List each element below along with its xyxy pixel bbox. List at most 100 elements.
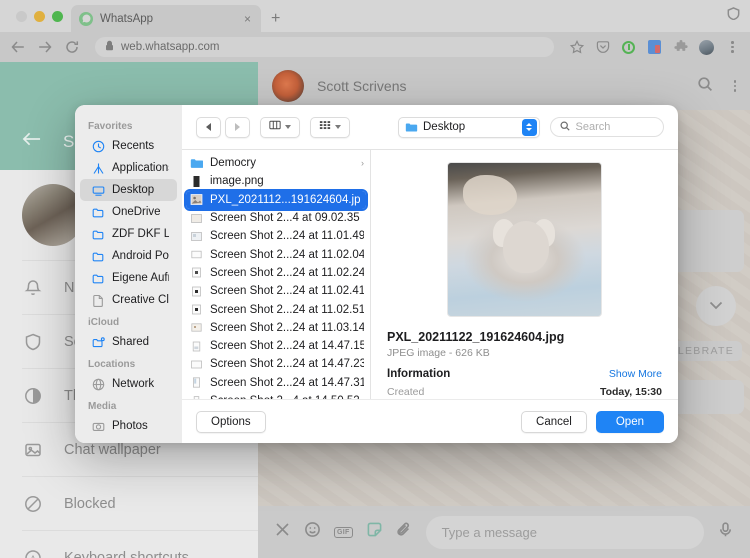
list-item[interactable]: image.png (182, 172, 370, 190)
sidebar-item-label: Blocked (64, 495, 116, 512)
contact-avatar[interactable] (272, 70, 304, 102)
sidebar-item-label: Photos (112, 420, 148, 432)
sidebar-item-photos[interactable]: Photos (80, 415, 177, 437)
file-name: Screen Shot 2...24 at 11.02.51 (210, 303, 364, 316)
desktop-icon (91, 183, 105, 197)
extension-blue-icon[interactable] (647, 40, 662, 55)
minimize-window-button[interactable] (34, 11, 45, 22)
list-item-selected[interactable]: PXL_2021112...191624604.jpg (184, 188, 368, 211)
sidebar-item-creative-cloud[interactable]: Creative Clo... (80, 289, 177, 311)
message-placeholder: Type a message (441, 524, 537, 540)
sidebar-item-onedrive[interactable]: OneDrive (80, 201, 177, 223)
view-mode-button[interactable] (260, 116, 300, 138)
sidebar-group-title: Favorites (88, 121, 133, 132)
sidebar-item-desktop[interactable]: Desktop (80, 179, 177, 201)
list-item[interactable]: Screen Shot 2...24 at 14.47.15 (182, 337, 370, 355)
file-name: Screen Shot 2...4 at 09.02.35 (210, 212, 360, 225)
sidebar-item-label: Chat wallpaper (64, 441, 161, 458)
sidebar-item-eigene-aufn[interactable]: Eigene Aufn... (80, 267, 177, 289)
dialog-main: Desktop Search Democry › image.png PXL_2… (182, 105, 678, 443)
sidebar-item-recents[interactable]: Recents (80, 135, 177, 157)
sidebar-item-label: Network (112, 378, 155, 390)
browser-menu-icon[interactable] (725, 40, 740, 55)
list-item[interactable]: Screen Shot 2...24 at 11.01.49 (182, 227, 370, 245)
new-tab-button[interactable]: + (271, 10, 280, 28)
sidebar-item-shared[interactable]: Shared (80, 331, 177, 353)
url-text: web.whatsapp.com (121, 41, 220, 53)
dialog-forward-button[interactable] (225, 116, 250, 138)
list-item[interactable]: Screen Shot 2...24 at 11.02.51 (182, 300, 370, 318)
sidebar-item-label: Android Poli... (112, 250, 169, 262)
search-icon[interactable] (697, 76, 713, 97)
show-more-link[interactable]: Show More (609, 368, 662, 380)
group-by-button[interactable] (310, 116, 350, 138)
file-name: Screen Shot 2...24 at 11.02.24 (210, 266, 364, 279)
sidebar-item-blocked[interactable]: Blocked (0, 477, 258, 530)
cancel-button[interactable]: Cancel (521, 410, 587, 433)
address-bar[interactable]: web.whatsapp.com (95, 37, 554, 57)
close-tab-button[interactable]: × (242, 13, 253, 25)
chevron-right-icon[interactable]: › (361, 158, 364, 168)
browser-nav-bar: web.whatsapp.com (0, 32, 750, 62)
list-item[interactable]: Screen Shot 2...24 at 11.03.14 (182, 319, 370, 337)
extension-green-icon[interactable] (621, 40, 636, 55)
file-name: PXL_2021112...191624604.jpg (210, 193, 360, 206)
reload-icon[interactable] (64, 39, 80, 55)
open-button[interactable]: Open (595, 410, 664, 433)
sidebar-item-keyboard-shortcuts[interactable]: A Keyboard shortcuts (0, 531, 258, 558)
list-item[interactable]: Screen Shot 2...4 at 09.02.35 (182, 209, 370, 227)
back-arrow-icon[interactable] (10, 39, 26, 55)
microphone-icon[interactable] (717, 521, 734, 543)
path-popup-button[interactable]: Desktop (398, 116, 540, 138)
chevron-down-icon (335, 125, 341, 129)
close-icon[interactable] (274, 521, 291, 543)
bookmark-star-icon[interactable] (569, 40, 584, 55)
list-item[interactable]: Screen Shot 2...4 at 14.50.52 (182, 392, 370, 399)
folder-icon (91, 227, 105, 241)
sidebar-item-zdf-dkf[interactable]: ZDF DKF Le... (80, 223, 177, 245)
options-button[interactable]: Options (196, 410, 266, 433)
list-item[interactable]: Screen Shot 2...24 at 11.02.04 (182, 245, 370, 263)
screenshot-icon (190, 303, 203, 316)
chevron-down-icon (709, 297, 723, 315)
dialog-nav-buttons (196, 116, 250, 138)
maximize-window-button[interactable] (52, 11, 63, 22)
emoji-icon[interactable] (304, 521, 321, 543)
list-item[interactable]: Screen Shot 2...24 at 11.02.24 (182, 264, 370, 282)
window-controls (0, 11, 63, 32)
preview-created-row: Created Today, 15:30 (387, 386, 662, 398)
list-item[interactable]: Screen Shot 2...24 at 14.47.23 (182, 355, 370, 373)
list-item[interactable]: Democry › (182, 154, 370, 172)
network-globe-icon (91, 377, 105, 391)
list-item[interactable]: Screen Shot 2...24 at 14.47.31 (182, 374, 370, 392)
paperclip-icon[interactable] (396, 521, 413, 543)
search-input[interactable]: Search (549, 117, 664, 137)
file-open-dialog: Favorites Recents Applications Desktop O… (75, 105, 678, 443)
message-input[interactable]: Type a message (425, 515, 704, 549)
sidebar-item-applications[interactable]: Applications (80, 157, 177, 179)
sidebar-item-android-poli[interactable]: Android Poli... (80, 245, 177, 267)
list-item[interactable]: Screen Shot 2...24 at 11.02.41 (182, 282, 370, 300)
profile-avatar-icon[interactable] (699, 39, 714, 55)
kebab-menu-icon[interactable] (733, 80, 736, 92)
sidebar-item-network[interactable]: Network (80, 373, 177, 395)
tab-list-menu-icon[interactable] (727, 7, 750, 32)
puzzle-extensions-icon[interactable] (673, 40, 688, 55)
dialog-back-button[interactable] (196, 116, 221, 138)
created-value: Today, 15:30 (599, 386, 662, 398)
popup-stepper-icon (521, 118, 537, 136)
screen: Settings Notifications Security (0, 0, 750, 558)
gif-icon[interactable]: GIF (334, 526, 353, 538)
contrast-icon (22, 385, 44, 407)
back-arrow-icon[interactable] (22, 131, 41, 152)
sidebar-item-label: Eigene Aufn... (112, 272, 169, 284)
pocket-icon[interactable] (595, 40, 610, 55)
browser-tab-whatsapp[interactable]: WhatsApp × (71, 5, 261, 32)
forward-arrow-icon[interactable] (37, 39, 53, 55)
preview-information-header: Information Show More (387, 368, 662, 380)
scroll-to-bottom-button[interactable] (696, 286, 736, 326)
close-window-button[interactable] (16, 11, 27, 22)
sticker-icon[interactable] (366, 521, 383, 543)
sidebar-item-label: OneDrive (112, 206, 161, 218)
file-list[interactable]: Democry › image.png PXL_2021112...191624… (182, 150, 371, 399)
